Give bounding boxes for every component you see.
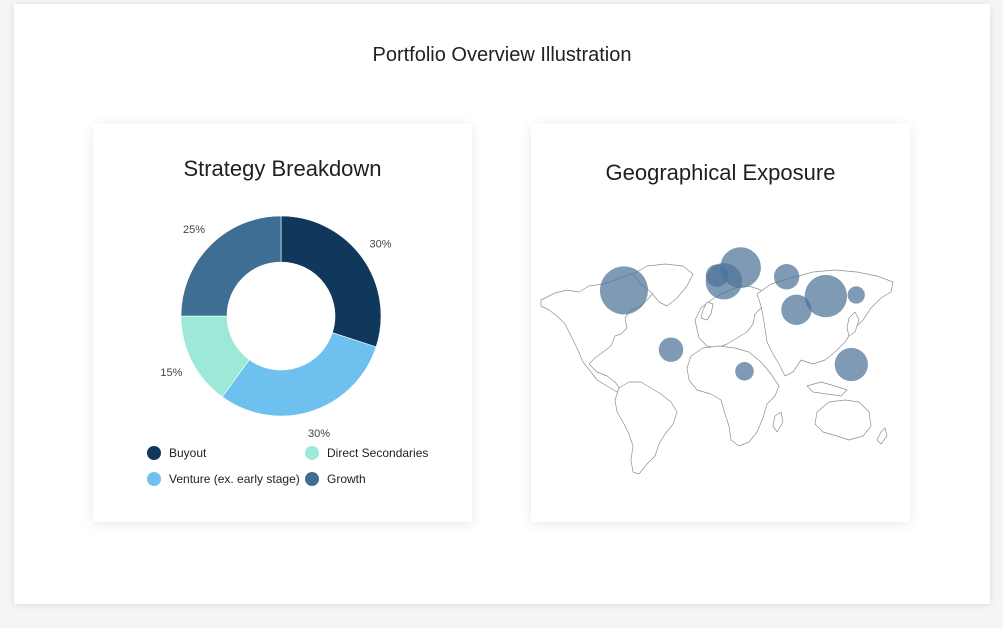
legend-label: Buyout bbox=[169, 446, 207, 460]
australia-landmass bbox=[814, 399, 872, 441]
donut-data-label: 25% bbox=[183, 224, 205, 236]
map-bubble-north-america[interactable] bbox=[599, 266, 648, 315]
donut-legend: Buyout Direct Secondaries Venture (ex. ear… bbox=[147, 446, 447, 502]
map-bubble-china[interactable] bbox=[804, 274, 848, 318]
legend-swatch bbox=[305, 446, 319, 460]
legend-item[interactable]: Venture (ex. early stage) bbox=[147, 472, 300, 486]
donut-data-label: 30% bbox=[308, 428, 330, 440]
world-bubble-map bbox=[540, 247, 894, 475]
legend-swatch bbox=[305, 472, 319, 486]
donut-slice-venture-ex-early-stage[interactable] bbox=[221, 332, 377, 417]
legend-item[interactable]: Buyout bbox=[147, 446, 206, 460]
legend-swatch bbox=[147, 472, 161, 486]
donut-slice-buyout[interactable] bbox=[280, 215, 382, 348]
map-bubble-northern-europe[interactable] bbox=[720, 247, 761, 288]
south-america-landmass bbox=[614, 381, 678, 475]
geographical-exposure-card: Geographical Exposure bbox=[531, 124, 910, 522]
indonesia-landmass bbox=[806, 381, 848, 397]
madagascar-landmass bbox=[772, 411, 784, 433]
map-bubble-australia[interactable] bbox=[834, 347, 868, 382]
legend-label: Venture (ex. early stage) bbox=[169, 472, 300, 486]
legend-item[interactable]: Direct Secondaries bbox=[305, 446, 428, 460]
new-zealand-landmass bbox=[876, 427, 888, 445]
legend-swatch bbox=[147, 446, 161, 460]
legend-label: Direct Secondaries bbox=[327, 446, 429, 460]
donut-data-label: 30% bbox=[369, 239, 391, 251]
map-bubble-southern-africa[interactable] bbox=[735, 362, 754, 381]
map-bubble-japan[interactable] bbox=[847, 286, 865, 304]
donut-data-label: 15% bbox=[160, 367, 182, 379]
map-bubble-central-asia[interactable] bbox=[773, 264, 800, 290]
africa-landmass bbox=[686, 345, 780, 447]
strategy-breakdown-title: Strategy Breakdown bbox=[183, 156, 382, 181]
legend-item[interactable]: Growth bbox=[305, 472, 366, 486]
legend-label: Growth bbox=[327, 472, 366, 486]
strategy-breakdown-card: Strategy Breakdown 30% 30% 15% 25% Buyout Di… bbox=[93, 124, 472, 522]
map-bubble-south-america[interactable] bbox=[658, 337, 684, 362]
page-panel: Portfolio Overview Illustration Strategy… bbox=[14, 4, 990, 604]
page-title: Portfolio Overview Illustration bbox=[372, 44, 632, 66]
